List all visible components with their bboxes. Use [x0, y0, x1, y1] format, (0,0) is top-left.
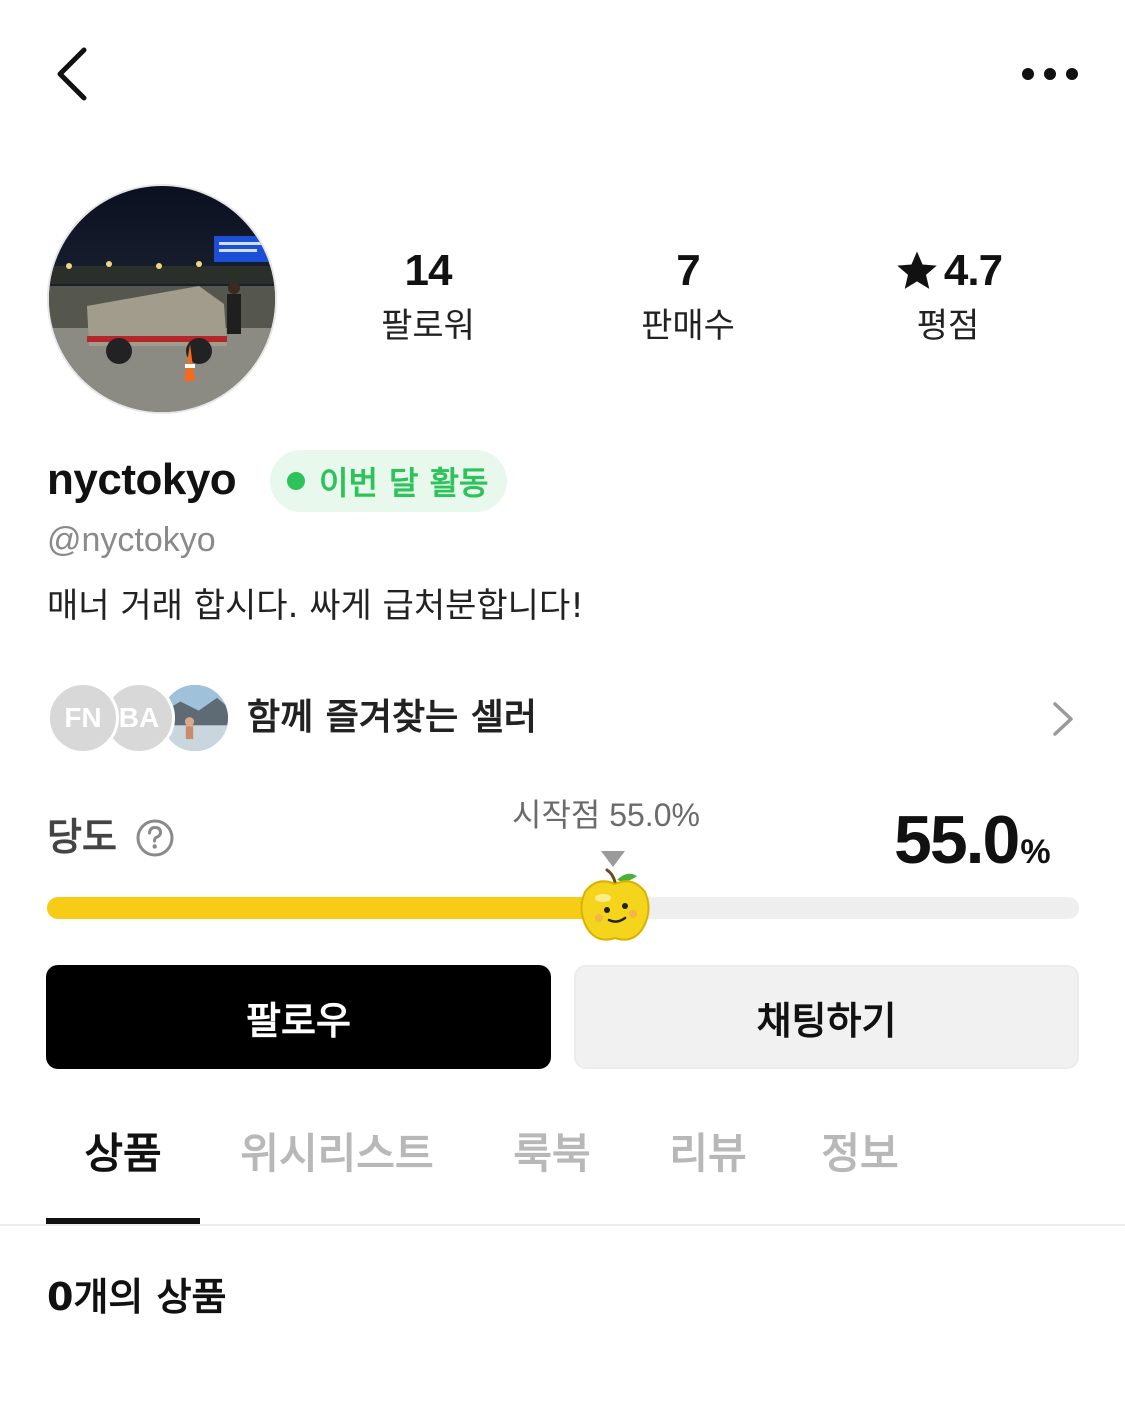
profile-handle: @nyctokyo	[47, 521, 216, 559]
tabs-divider	[0, 1224, 1125, 1226]
seller-avatar: FN	[47, 682, 119, 754]
star-icon	[897, 251, 937, 289]
sugar-level-bar	[47, 897, 1079, 919]
stat-followers[interactable]: 14 팔로워	[328, 246, 528, 346]
more-horizontal-icon	[1022, 68, 1078, 80]
sales-count: 7	[676, 246, 700, 295]
rating-label: 평점	[916, 306, 980, 346]
start-point-label: 시작점 55.0%	[512, 797, 700, 833]
followers-count: 14	[404, 246, 453, 295]
sugar-level-label: 당도	[47, 815, 117, 859]
tab-info[interactable]: 정보	[802, 1112, 918, 1222]
product-count-label: 0개의 상품	[47, 1275, 227, 1319]
sugar-value-unit: %	[1020, 833, 1051, 871]
profile-name: nyctokyo	[47, 455, 237, 504]
avatar-photo	[49, 186, 275, 412]
more-options-button[interactable]	[1010, 56, 1090, 92]
tab-lookbook[interactable]: 룩북	[494, 1112, 610, 1222]
chevron-left-icon	[57, 47, 87, 101]
sales-label: 판매수	[641, 306, 735, 346]
favorite-sellers-row[interactable]: FN BA 함께 즐겨찾는 셀러	[47, 680, 1077, 756]
activity-badge-label: 이번 달 활동	[319, 464, 489, 502]
sugar-level-value: 55.0 %	[894, 800, 1051, 880]
favorite-sellers-label: 함께 즐겨찾는 셀러	[247, 697, 538, 738]
rating-value: 4.7	[943, 246, 1003, 295]
followers-label: 팔로워	[381, 306, 475, 346]
sugar-value-number: 55.0	[894, 802, 1020, 878]
chat-button[interactable]: 채팅하기	[574, 965, 1079, 1069]
profile-avatar[interactable]	[47, 184, 277, 414]
stat-rating[interactable]: 4.7 평점	[848, 246, 1048, 346]
activity-badge: 이번 달 활동	[270, 450, 507, 512]
seller-profile-screen: 14 팔로워 7 판매수 4.7 평점 nyctokyo 이번 달 활동 @ny…	[0, 0, 1125, 1415]
help-icon[interactable]	[135, 818, 175, 858]
sugar-level-fill	[47, 897, 615, 919]
tab-products[interactable]: 상품	[46, 1112, 200, 1222]
status-dot-icon	[287, 472, 305, 490]
apple-mascot-icon	[580, 868, 650, 941]
back-button[interactable]	[46, 40, 102, 108]
follow-button[interactable]: 팔로우	[46, 965, 551, 1069]
stat-sales[interactable]: 7 판매수	[588, 246, 788, 346]
profile-tabs: 상품 위시리스트 룩북 리뷰 정보	[46, 1112, 1078, 1224]
chevron-right-icon	[1053, 702, 1073, 736]
tab-wishlist[interactable]: 위시리스트	[226, 1112, 448, 1222]
profile-bio: 매너 거래 합시다. 싸게 급처분합니다!	[47, 586, 584, 626]
tab-reviews[interactable]: 리뷰	[650, 1112, 766, 1222]
